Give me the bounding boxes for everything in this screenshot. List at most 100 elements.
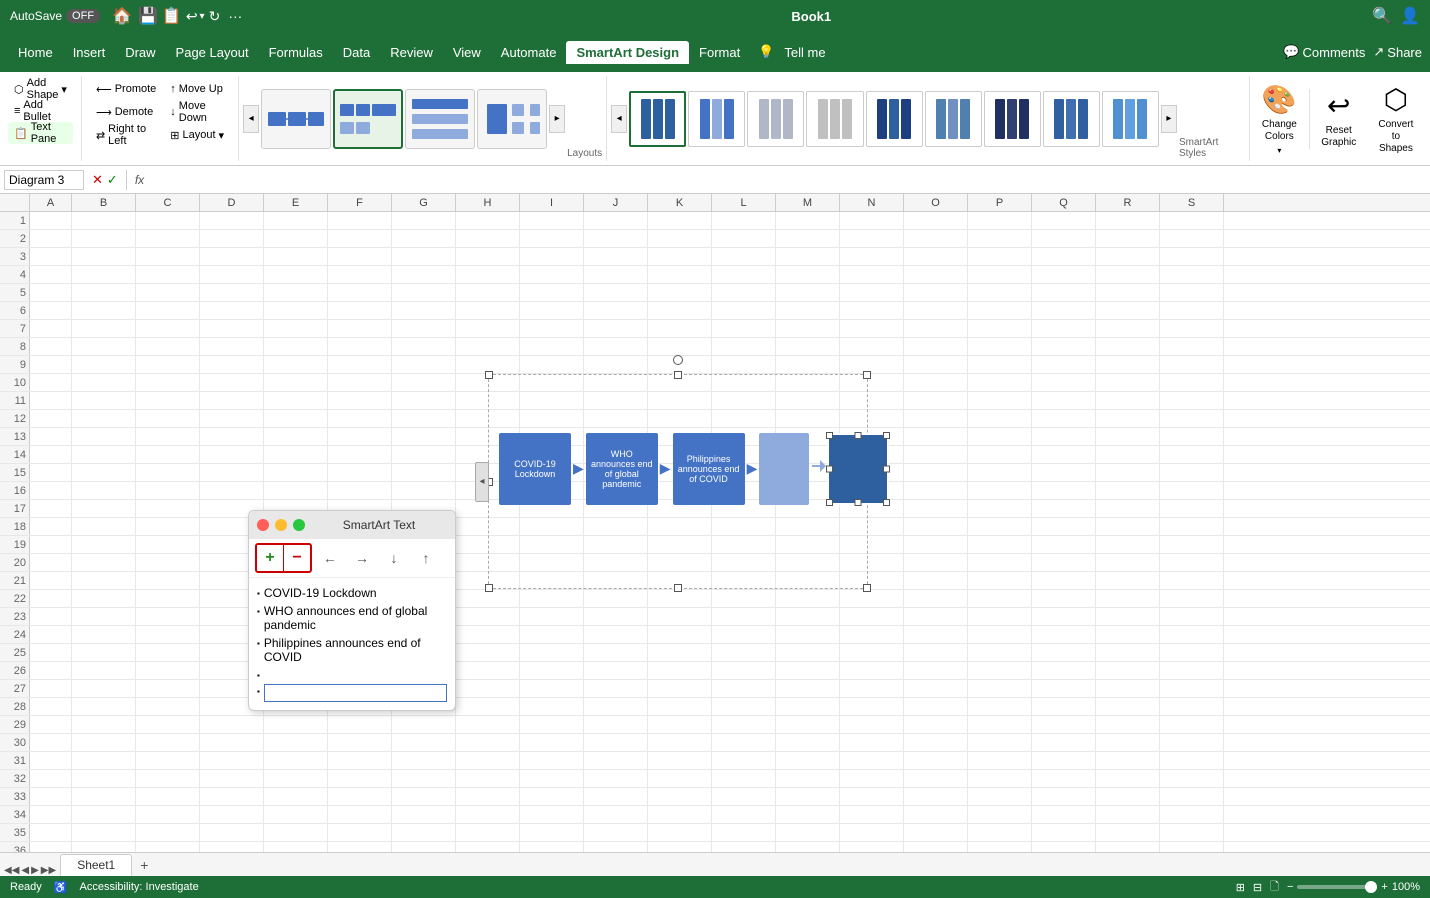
cell-B9[interactable] (72, 356, 136, 373)
cell-G2[interactable] (392, 230, 456, 247)
undo-dropdown-icon[interactable]: ▾ (200, 11, 205, 22)
col-header-r[interactable]: R (1096, 194, 1160, 211)
cell-M5[interactable] (776, 284, 840, 301)
cell-Q5[interactable] (1032, 284, 1096, 301)
cell-I33[interactable] (520, 788, 584, 805)
cell-P3[interactable] (968, 248, 1032, 265)
cell-G4[interactable] (392, 266, 456, 283)
cell-E16[interactable] (264, 482, 328, 499)
undo-icon[interactable]: ↩ (186, 8, 198, 25)
confirm-icon[interactable]: ✓ (107, 172, 118, 188)
cell-R28[interactable] (1096, 698, 1160, 715)
cell-R1[interactable] (1096, 212, 1160, 229)
cell-Q2[interactable] (1032, 230, 1096, 247)
cell-O17[interactable] (904, 500, 968, 517)
cell-R9[interactable] (1096, 356, 1160, 373)
cell-P12[interactable] (968, 410, 1032, 427)
layout-prev-btn[interactable]: ◂ (243, 105, 259, 133)
cell-P22[interactable] (968, 590, 1032, 607)
cell-H23[interactable] (456, 608, 520, 625)
cell-L28[interactable] (712, 698, 776, 715)
zoom-thumb[interactable] (1365, 881, 1377, 893)
cell-I31[interactable] (520, 752, 584, 769)
cell-K34[interactable] (648, 806, 712, 823)
cell-M4[interactable] (776, 266, 840, 283)
cell-K2[interactable] (648, 230, 712, 247)
cell-R22[interactable] (1096, 590, 1160, 607)
cell-G31[interactable] (392, 752, 456, 769)
cell-J32[interactable] (584, 770, 648, 787)
cell-H33[interactable] (456, 788, 520, 805)
cell-A24[interactable] (30, 626, 72, 643)
cell-S22[interactable] (1160, 590, 1224, 607)
cell-L3[interactable] (712, 248, 776, 265)
cell-O13[interactable] (904, 428, 968, 445)
style-thumb-6[interactable] (925, 91, 982, 147)
cell-N22[interactable] (840, 590, 904, 607)
smartart-container[interactable]: ◂ COVID-19 Lockdown ▶ WHO announces end … (488, 374, 868, 589)
cell-A33[interactable] (30, 788, 72, 805)
pane-maximize-dot[interactable] (293, 519, 305, 531)
cell-H29[interactable] (456, 716, 520, 733)
cell-B12[interactable] (72, 410, 136, 427)
cell-A21[interactable] (30, 572, 72, 589)
cell-D34[interactable] (200, 806, 264, 823)
style-thumb-1[interactable] (629, 91, 686, 147)
cell-H1[interactable] (456, 212, 520, 229)
cell-B17[interactable] (72, 500, 136, 517)
cell-K27[interactable] (648, 680, 712, 697)
cell-O9[interactable] (904, 356, 968, 373)
cell-C12[interactable] (136, 410, 200, 427)
cell-N28[interactable] (840, 698, 904, 715)
box-handle-bm[interactable] (855, 499, 862, 506)
menu-smartart-design[interactable]: SmartArt Design (566, 41, 689, 64)
cell-P32[interactable] (968, 770, 1032, 787)
tell-me-icon[interactable]: 💡 (758, 44, 774, 60)
layout-btn[interactable]: ⊞ Layout ▾ (164, 124, 230, 146)
cell-O2[interactable] (904, 230, 968, 247)
cell-P27[interactable] (968, 680, 1032, 697)
cell-F34[interactable] (328, 806, 392, 823)
cell-R6[interactable] (1096, 302, 1160, 319)
cell-E36[interactable] (264, 842, 328, 852)
cell-E13[interactable] (264, 428, 328, 445)
cell-B6[interactable] (72, 302, 136, 319)
cell-O31[interactable] (904, 752, 968, 769)
cell-C22[interactable] (136, 590, 200, 607)
col-header-i[interactable]: I (520, 194, 584, 211)
cell-B3[interactable] (72, 248, 136, 265)
cell-K24[interactable] (648, 626, 712, 643)
cell-F6[interactable] (328, 302, 392, 319)
cell-M22[interactable] (776, 590, 840, 607)
cell-S27[interactable] (1160, 680, 1224, 697)
cell-G13[interactable] (392, 428, 456, 445)
cell-Q36[interactable] (1032, 842, 1096, 852)
cell-C3[interactable] (136, 248, 200, 265)
cell-R12[interactable] (1096, 410, 1160, 427)
cell-C19[interactable] (136, 536, 200, 553)
cell-S35[interactable] (1160, 824, 1224, 841)
cell-N1[interactable] (840, 212, 904, 229)
cell-D14[interactable] (200, 446, 264, 463)
cell-Q28[interactable] (1032, 698, 1096, 715)
cell-N27[interactable] (840, 680, 904, 697)
cell-Q20[interactable] (1032, 554, 1096, 571)
search-icon[interactable]: 🔍 (1372, 6, 1392, 26)
cell-F13[interactable] (328, 428, 392, 445)
cell-P14[interactable] (968, 446, 1032, 463)
cell-M33[interactable] (776, 788, 840, 805)
cell-N24[interactable] (840, 626, 904, 643)
cell-D36[interactable] (200, 842, 264, 852)
cell-I28[interactable] (520, 698, 584, 715)
cell-O7[interactable] (904, 320, 968, 337)
menu-insert[interactable]: Insert (63, 41, 116, 64)
cell-A11[interactable] (30, 392, 72, 409)
cell-I6[interactable] (520, 302, 584, 319)
cell-L4[interactable] (712, 266, 776, 283)
cell-S13[interactable] (1160, 428, 1224, 445)
cell-A22[interactable] (30, 590, 72, 607)
cell-A12[interactable] (30, 410, 72, 427)
cell-E2[interactable] (264, 230, 328, 247)
cell-F33[interactable] (328, 788, 392, 805)
sheet-tab-1[interactable]: Sheet1 (60, 854, 132, 876)
